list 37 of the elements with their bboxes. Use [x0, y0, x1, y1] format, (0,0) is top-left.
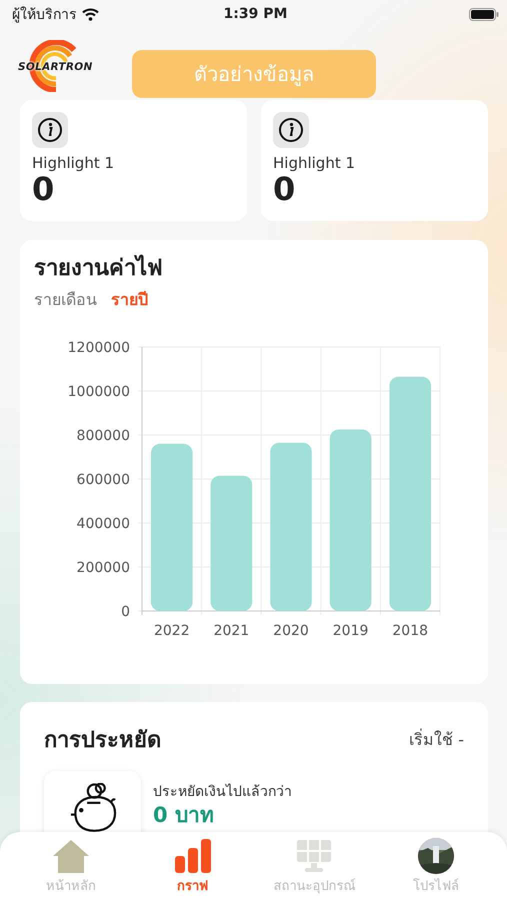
- savings-title: การประหยัด: [44, 727, 161, 755]
- info-icon: [273, 112, 309, 148]
- info-icon: [32, 112, 68, 148]
- nav-tab[interactable]: กราฟ: [138, 838, 248, 900]
- bar-chart-icon: [172, 838, 213, 874]
- report-title: รายงานค่าไฟ: [33, 254, 164, 283]
- y-axis-label: 600000: [76, 472, 130, 488]
- highlight-label: Highlight 1: [273, 154, 356, 172]
- y-axis-label: 800000: [76, 428, 130, 444]
- house-icon: [50, 838, 91, 874]
- highlight-value: 0: [32, 172, 54, 206]
- x-axis-label: 2022: [154, 623, 190, 639]
- x-axis-label: 2019: [332, 623, 368, 639]
- sample-data-button[interactable]: ตัวอย่างข้อมูล: [132, 50, 376, 98]
- savings-caption: ประหยัดเงินไปแล้วกว่า: [153, 783, 292, 801]
- highlight-value: 0: [273, 172, 296, 206]
- y-axis-label: 200000: [76, 560, 130, 576]
- x-axis-label: 2021: [214, 623, 250, 639]
- highlight-label: Highlight 1: [32, 154, 114, 172]
- carrier-label: ผู้ให้บริการ: [12, 6, 77, 25]
- y-axis-label: 1000000: [68, 384, 130, 400]
- x-axis-label: 2020: [273, 623, 309, 639]
- nav-tab[interactable]: หน้าหลัก: [16, 838, 126, 900]
- period-tab[interactable]: รายเดือน: [34, 287, 97, 312]
- wifi-icon: [82, 8, 99, 20]
- y-axis-label: 0: [121, 604, 130, 620]
- y-axis-label: 1200000: [68, 340, 130, 356]
- x-axis-label: 2018: [392, 623, 428, 639]
- piggy-bank-icon: [68, 783, 116, 833]
- savings-amount: 0 บาท: [153, 803, 215, 827]
- battery-icon: [468, 8, 499, 20]
- clock-time: 1:39 PM: [222, 6, 288, 22]
- nav-tab[interactable]: สถานะอุปกรณ์: [259, 838, 370, 900]
- period-tab[interactable]: รายปี: [111, 287, 148, 312]
- nav-tab[interactable]: โปรไฟล์: [381, 838, 492, 900]
- y-axis-label: 400000: [76, 516, 130, 532]
- start-date-label: เริ่มใช้ -: [409, 728, 464, 751]
